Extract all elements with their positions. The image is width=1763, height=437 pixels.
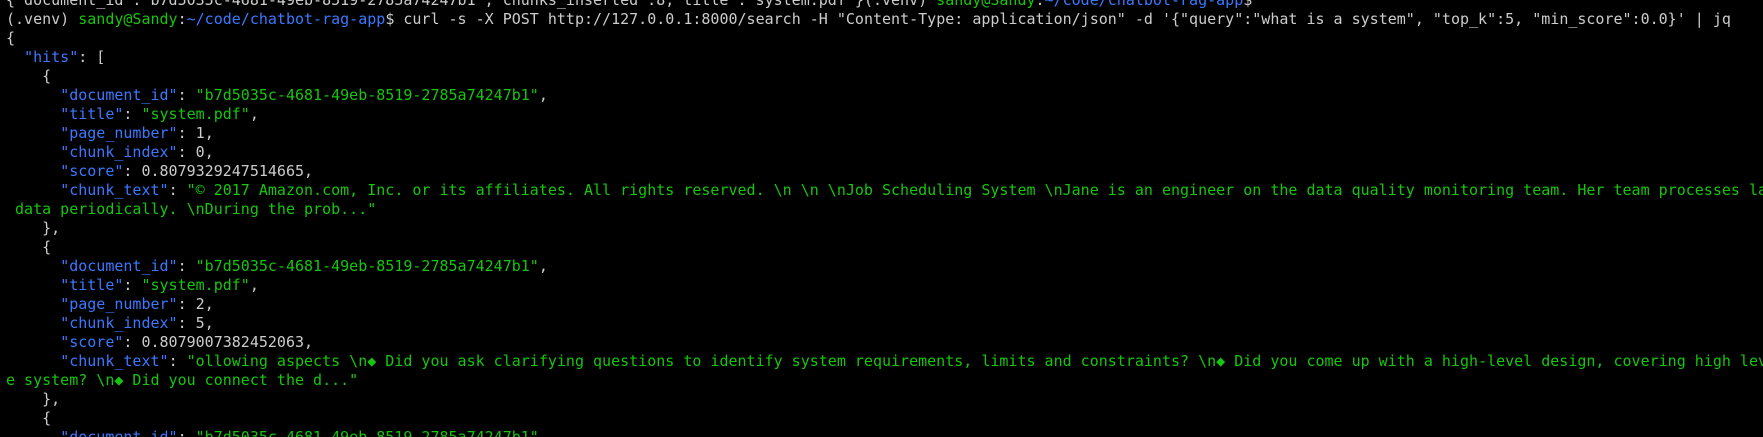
chunk-index-value: 5 — [195, 314, 205, 332]
item-open-brace: { — [42, 238, 52, 256]
item-close-brace: }, — [42, 390, 61, 408]
hit-1-open: { — [6, 67, 1763, 86]
score-key: "score" — [60, 162, 124, 180]
prev-prompt-path: ~/code/chatbot-rag-app — [1044, 0, 1244, 9]
item-open-brace: { — [42, 409, 52, 427]
document-id-value: "b7d5035c-4681-49eb-8519-2785a74247b1" — [195, 257, 539, 275]
prev-prompt-dollar: $ — [1243, 0, 1262, 9]
json-hits-line: "hits": [ — [6, 48, 1763, 67]
prev-prompt-user: sandy@Sandy — [936, 0, 1036, 9]
title-value: "system.pdf" — [141, 105, 250, 123]
hit-1-score: "score": 0.8079329247514665, — [60, 162, 314, 180]
hit-3-open: { — [6, 409, 1763, 428]
score-key: "score" — [60, 333, 124, 351]
hit-1-page-number: "page_number": 1, — [60, 124, 214, 142]
prompt-path: ~/code/chatbot-rag-app — [186, 10, 386, 28]
hit-1-chunk-text: "chunk_text": "© 2017 Amazon.com, Inc. o… — [6, 181, 1763, 200]
hit-1-document-id: "document_id": "b7d5035c-4681-49eb-8519-… — [60, 86, 548, 104]
title-value: "system.pdf" — [141, 276, 250, 294]
score-value: 0.8079329247514665 — [141, 162, 305, 180]
hit-2-chunk-text: "chunk_text": "ollowing aspects \n◆ Did … — [6, 352, 1763, 371]
document-id-value: "b7d5035c-4681-49eb-8519-2785a74247b1" — [195, 86, 539, 104]
document-id-key: "document_id" — [60, 257, 178, 275]
prev-prompt-sep: : — [1035, 0, 1045, 9]
venv-label: (.venv) — [6, 10, 79, 28]
terminal-output: { "document_id": "b7d5035c-4681-49eb-8519-… — [6, 0, 1763, 437]
hit-2-chunk-text-wrap: e system? \n◆ Did you connect the d..." — [6, 371, 1763, 390]
document-id-value: "b7d5035c-4681-49eb-8519-2785a74247b1" — [195, 428, 539, 437]
page-number-value: 2 — [195, 295, 205, 313]
open-brace: { — [6, 29, 16, 47]
prompt-dollar: $ — [385, 10, 404, 28]
page-number-key: "page_number" — [60, 295, 178, 313]
hit-2-document-id: "document_id": "b7d5035c-4681-49eb-8519-… — [60, 257, 548, 275]
command-line: (.venv) sandy@Sandy:~/code/chatbot-rag-a… — [6, 10, 1763, 29]
title-key: "title" — [60, 276, 124, 294]
hit-1-title: "title": "system.pdf", — [60, 105, 259, 123]
page-number-value: 1 — [195, 124, 205, 142]
terminal-window[interactable]: { "document_id": "b7d5035c-4681-49eb-8519-… — [0, 0, 1763, 437]
chunk-index-key: "chunk_index" — [60, 314, 178, 332]
item-close-brace: }, — [42, 219, 61, 237]
chunk-text-key: "chunk_text" — [60, 181, 169, 199]
previous-output-text: {"document_id":"b7d5035c-4681-49eb-8519-… — [6, 0, 864, 9]
hit-2-open: { — [6, 238, 1763, 257]
chunk-text-value-line2: e system? \n◆ Did you connect the d..." — [6, 371, 359, 389]
hit-1-close: }, — [6, 219, 1763, 238]
item-open-brace: { — [42, 67, 52, 85]
hit-2-close: }, — [6, 390, 1763, 409]
hit-1-chunk-index: "chunk_index": 0, — [60, 143, 214, 161]
chunk-text-value-line2: data periodically. \nDuring the prob..." — [6, 200, 377, 218]
prompt-user: sandy@Sandy — [78, 10, 178, 28]
command-text: curl -s -X POST http://127.0.0.1:8000/se… — [403, 10, 1731, 28]
document-id-key: "document_id" — [60, 428, 178, 437]
prompt-separator: : — [177, 10, 187, 28]
document-id-key: "document_id" — [60, 86, 178, 104]
chunk-text-key: "chunk_text" — [60, 352, 169, 370]
previous-output-line: {"document_id":"b7d5035c-4681-49eb-8519-… — [6, 0, 1763, 10]
score-value: 0.8079007382452063 — [141, 333, 305, 351]
prev-venv: (.venv) — [863, 0, 937, 9]
hits-open: : [ — [78, 48, 106, 66]
page-number-key: "page_number" — [60, 124, 178, 142]
hit-2-title: "title": "system.pdf", — [60, 276, 259, 294]
title-key: "title" — [60, 105, 124, 123]
hit-2-chunk-index: "chunk_index": 5, — [60, 314, 214, 332]
json-open-brace: { — [6, 29, 1763, 48]
hits-key: "hits" — [24, 48, 79, 66]
hit-2-score: "score": 0.8079007382452063, — [60, 333, 314, 351]
hit-2-page-number: "page_number": 2, — [60, 295, 214, 313]
hit-3-document-id: "document_id": "b7d5035c-4681-49eb-8519-… — [6, 428, 1763, 437]
chunk-text-value-line1: "ollowing aspects \n◆ Did you ask clarif… — [186, 352, 1763, 370]
chunk-text-value-line1: "© 2017 Amazon.com, Inc. or its affiliat… — [186, 181, 1763, 199]
chunk-index-key: "chunk_index" — [60, 143, 178, 161]
chunk-index-value: 0 — [195, 143, 205, 161]
hit-1-chunk-text-wrap: data periodically. \nDuring the prob..." — [6, 200, 1763, 219]
